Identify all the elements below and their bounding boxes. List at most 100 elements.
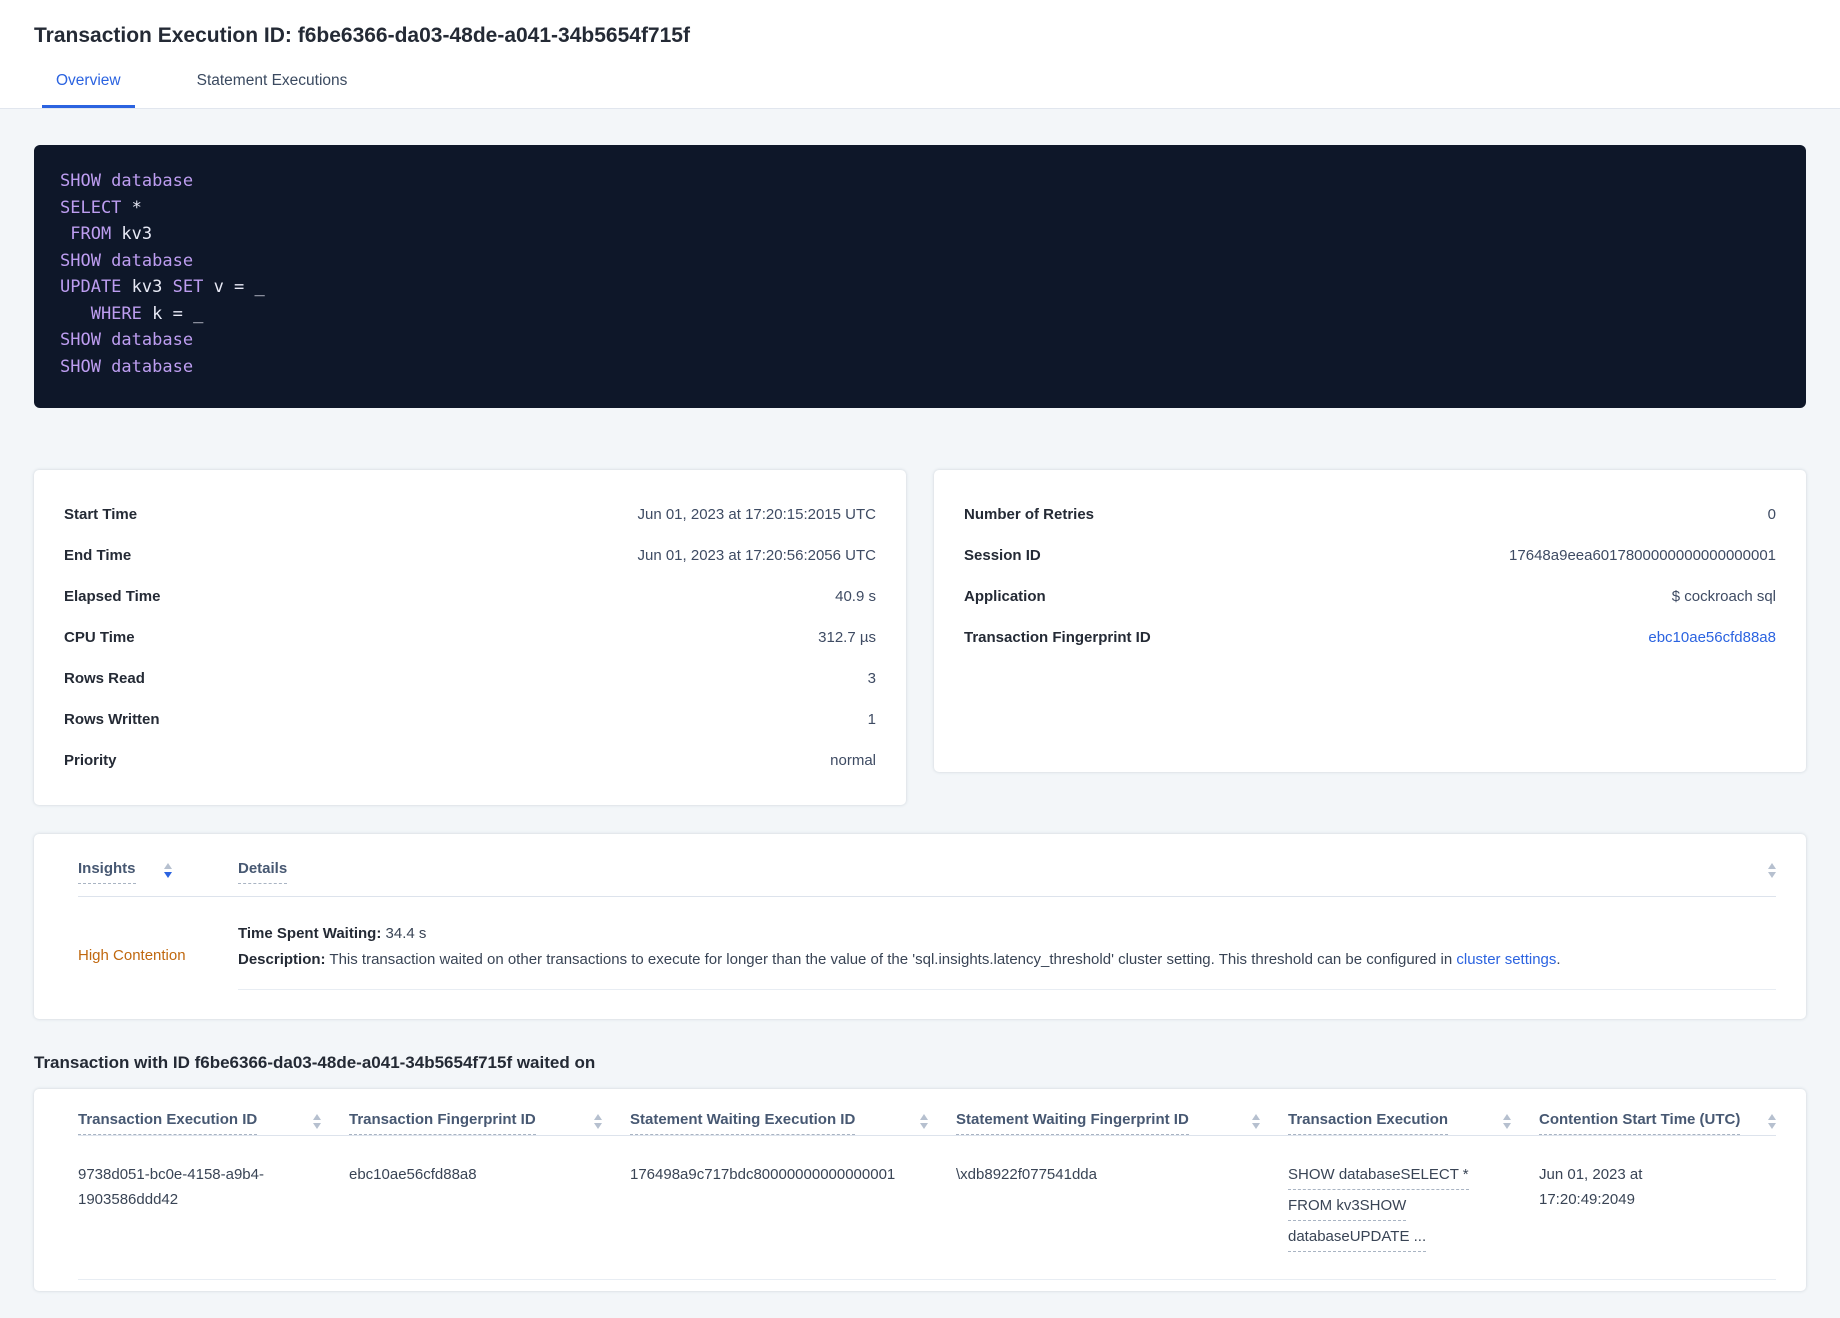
column-label[interactable]: Statement Waiting Execution ID xyxy=(630,1111,856,1135)
kv-row-session-id: Session ID 17648a9eea60178000000000000000… xyxy=(964,535,1776,576)
kv-value: 0 xyxy=(1767,506,1776,523)
kv-label: Elapsed Time xyxy=(64,588,161,605)
sql-line: SHOW database xyxy=(60,168,1780,195)
row-divider xyxy=(78,1279,1776,1280)
header-transaction-execution-id[interactable]: Transaction Execution ID xyxy=(78,1111,349,1135)
sql-token: * xyxy=(131,197,142,218)
sort-icon[interactable] xyxy=(1768,863,1776,878)
sort-icon[interactable] xyxy=(1503,1114,1511,1129)
page-title: Transaction Execution ID: f6be6366-da03-… xyxy=(34,24,690,47)
cell-transaction-execution: SHOW databaseSELECT * FROM kv3SHOW datab… xyxy=(1288,1162,1539,1255)
insight-row: High Contention Time Spent Waiting: 34.4… xyxy=(78,897,1776,990)
kv-label: Transaction Fingerprint ID xyxy=(964,629,1151,646)
details-column-label[interactable]: Details xyxy=(238,860,288,884)
sort-down-arrow xyxy=(163,872,172,878)
waited-on-table-row: 9738d051-bc0e-4158-a9b4-1903586ddd42 ebc… xyxy=(78,1136,1776,1255)
sort-down-arrow xyxy=(313,1123,321,1129)
insights-table-card: Insights Details High Contention Time Sp… xyxy=(34,834,1806,1019)
kv-row-number-of-retries: Number of Retries 0 xyxy=(964,494,1776,535)
cell-statement-waiting-fingerprint-id: \xdb8922f077541dda xyxy=(956,1166,1097,1183)
details-header-cell[interactable]: Details xyxy=(238,860,288,884)
header-transaction-fingerprint-id[interactable]: Transaction Fingerprint ID xyxy=(349,1111,630,1135)
sort-icon[interactable] xyxy=(163,863,172,878)
transaction-execution-preview-line[interactable]: databaseUPDATE ... xyxy=(1288,1224,1427,1252)
insights-column-label[interactable]: Insights xyxy=(78,860,136,884)
execution-timing-card: Start Time Jun 01, 2023 at 17:20:15:2015 … xyxy=(34,470,906,805)
sort-icon[interactable] xyxy=(1252,1114,1260,1129)
transaction-fingerprint-link[interactable]: ebc10ae56cfd88a8 xyxy=(1648,629,1776,646)
insight-details-cell: Time Spent Waiting: 34.4 s Description: … xyxy=(238,921,1776,990)
sql-token: UPDATE xyxy=(60,277,132,297)
waited-on-table-header: Transaction Execution ID Transaction Fin… xyxy=(78,1111,1776,1136)
kv-row-end-time: End Time Jun 01, 2023 at 17:20:56:2056 UT… xyxy=(64,535,876,576)
sql-token: SHOW database xyxy=(60,330,194,350)
sql-line: SELECT * xyxy=(60,195,1780,222)
sql-token: kv3 xyxy=(131,277,173,297)
description-period: . xyxy=(1556,951,1561,968)
time-spent-waiting-line: Time Spent Waiting: 34.4 s xyxy=(238,921,1776,947)
kv-value: 17648a9eea6017800000000000000001 xyxy=(1509,547,1776,564)
sort-icon[interactable] xyxy=(920,1114,928,1129)
kv-row-priority: Priority normal xyxy=(64,740,876,781)
column-label[interactable]: Transaction Execution ID xyxy=(78,1111,258,1135)
kv-row-transaction-fingerprint-id: Transaction Fingerprint ID ebc10ae56cfd88… xyxy=(964,617,1776,658)
cell-transaction-fingerprint-id: ebc10ae56cfd88a8 xyxy=(349,1166,477,1183)
transaction-execution-preview-line[interactable]: SHOW databaseSELECT * xyxy=(1288,1162,1469,1190)
description-line: Description: This transaction waited on … xyxy=(238,947,1776,973)
column-label[interactable]: Transaction Execution xyxy=(1288,1111,1449,1135)
sql-token: k = _ xyxy=(152,303,204,324)
kv-row-application: Application $ cockroach sql xyxy=(964,576,1776,617)
header-statement-waiting-fingerprint-id[interactable]: Statement Waiting Fingerprint ID xyxy=(956,1111,1288,1135)
sql-line: FROM kv3 xyxy=(60,221,1780,248)
cluster-settings-link[interactable]: cluster settings xyxy=(1456,951,1556,968)
kv-value: normal xyxy=(830,752,876,769)
insights-header-cell[interactable]: Insights xyxy=(78,860,238,884)
kv-value: $ cockroach sql xyxy=(1671,588,1776,605)
kv-value: Jun 01, 2023 at 17:20:56:2056 UTC xyxy=(637,547,876,564)
kv-label: Rows Read xyxy=(64,670,145,687)
header-contention-start-time[interactable]: Contention Start Time (UTC) xyxy=(1539,1111,1776,1135)
sort-down-arrow xyxy=(594,1123,602,1129)
sort-icon[interactable] xyxy=(1768,1114,1776,1129)
column-label[interactable]: Transaction Fingerprint ID xyxy=(349,1111,536,1135)
kv-label: Rows Written xyxy=(64,711,160,728)
main-content: SHOW database SELECT * FROM kv3 SHOW dat… xyxy=(0,109,1840,1291)
sort-down-arrow xyxy=(1252,1123,1260,1129)
description-label: Description: xyxy=(238,951,326,968)
kv-row-elapsed-time: Elapsed Time 40.9 s xyxy=(64,576,876,617)
waiting-value: 34.4 s xyxy=(381,925,427,942)
kv-label: Priority xyxy=(64,752,117,769)
page-header: Transaction Execution ID: f6be6366-da03-… xyxy=(0,0,1840,109)
transaction-execution-id-value: 9738d051-bc0e-4158-a9b4-1903586ddd42 xyxy=(78,1166,264,1208)
tab-statement-executions[interactable]: Statement Executions xyxy=(183,72,362,108)
sql-token: FROM xyxy=(60,224,122,244)
sql-token: SHOW database xyxy=(60,250,194,271)
transaction-execution-preview-line[interactable]: FROM kv3SHOW xyxy=(1288,1193,1407,1221)
kv-label: CPU Time xyxy=(64,629,135,646)
sort-up-arrow xyxy=(1252,1114,1260,1120)
column-label[interactable]: Contention Start Time (UTC) xyxy=(1539,1111,1741,1135)
high-contention-badge: High Contention xyxy=(78,947,186,964)
cell-contention-start-time: Jun 01, 2023 at 17:20:49:2049 xyxy=(1539,1166,1643,1208)
transaction-details-page: Transaction Execution ID: f6be6366-da03-… xyxy=(0,0,1840,1318)
sql-token: SELECT xyxy=(60,197,132,218)
summary-cards-row: Start Time Jun 01, 2023 at 17:20:15:2015 … xyxy=(34,470,1806,805)
kv-value: 312.7 µs xyxy=(818,629,876,646)
header-transaction-execution[interactable]: Transaction Execution xyxy=(1288,1111,1539,1135)
sql-line: SHOW database xyxy=(60,248,1780,275)
sort-icon[interactable] xyxy=(594,1114,602,1129)
header-statement-waiting-execution-id[interactable]: Statement Waiting Execution ID xyxy=(630,1111,956,1135)
tab-overview[interactable]: Overview xyxy=(42,72,135,108)
sort-down-arrow xyxy=(1503,1123,1511,1129)
kv-label: Number of Retries xyxy=(964,506,1095,523)
column-label[interactable]: Statement Waiting Fingerprint ID xyxy=(956,1111,1189,1135)
sort-down-arrow xyxy=(1768,872,1776,878)
sort-down-arrow xyxy=(920,1123,928,1129)
sort-up-arrow xyxy=(594,1114,602,1120)
insights-table-header: Insights Details xyxy=(78,860,1776,897)
cell-transaction-execution-id: 9738d051-bc0e-4158-a9b4-1903586ddd42 xyxy=(78,1162,349,1255)
sort-icon[interactable] xyxy=(313,1114,321,1129)
kv-label: End Time xyxy=(64,547,132,564)
kv-row-cpu-time: CPU Time 312.7 µs xyxy=(64,617,876,658)
waited-on-table-card: Transaction Execution ID Transaction Fin… xyxy=(34,1089,1806,1291)
